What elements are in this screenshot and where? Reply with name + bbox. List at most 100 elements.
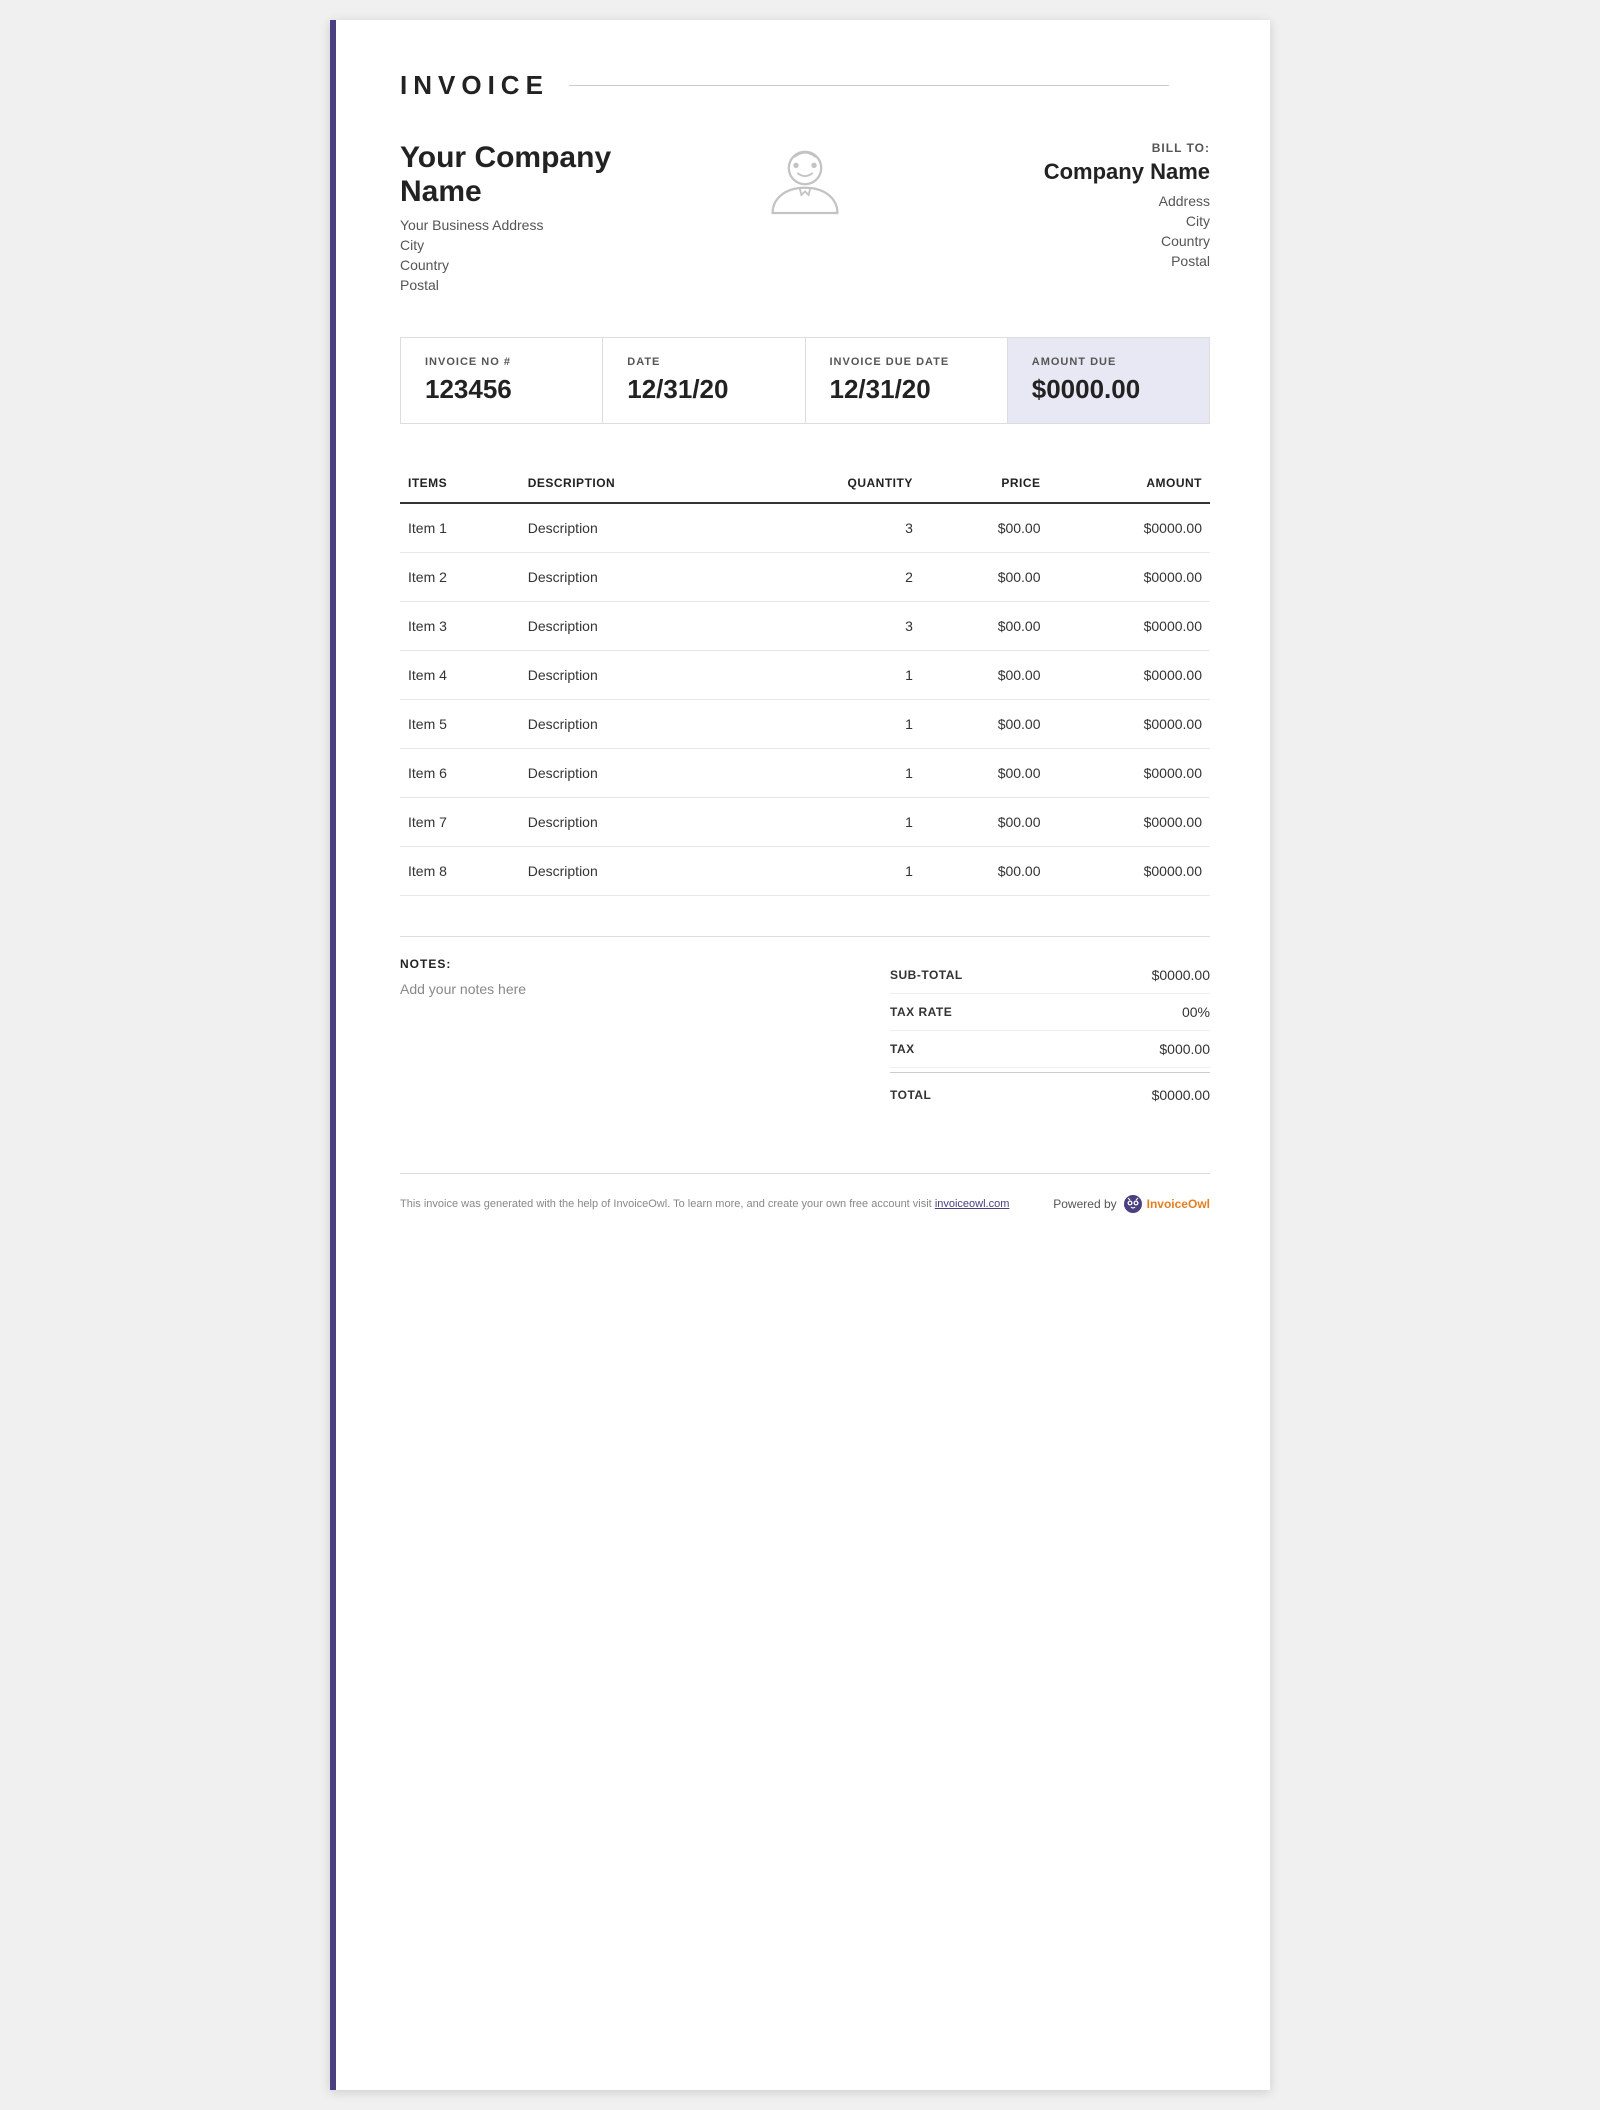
bill-to-section: BILL TO: Company Name Address City Count… bbox=[940, 141, 1210, 273]
row-description: Description bbox=[520, 798, 745, 847]
invoice-info-bar: INVOICE NO # 123456 DATE 12/31/20 INVOIC… bbox=[400, 337, 1210, 424]
invoice-amount-due-value: $0000.00 bbox=[1032, 374, 1185, 405]
row-amount: $0000.00 bbox=[1049, 553, 1210, 602]
row-price: $00.00 bbox=[921, 798, 1049, 847]
totals-section: SUB-TOTAL $0000.00 TAX RATE 00% TAX $000… bbox=[890, 957, 1210, 1113]
total-label: TOTAL bbox=[890, 1088, 931, 1102]
row-item: Item 4 bbox=[400, 651, 520, 700]
row-amount: $0000.00 bbox=[1049, 798, 1210, 847]
row-amount: $0000.00 bbox=[1049, 602, 1210, 651]
invoice-number-label: INVOICE NO # bbox=[425, 356, 578, 368]
col-items: ITEMS bbox=[400, 464, 520, 503]
row-quantity: 1 bbox=[744, 749, 921, 798]
row-description: Description bbox=[520, 602, 745, 651]
left-accent-bar bbox=[330, 20, 336, 2090]
invoice-date-value: 12/31/20 bbox=[627, 374, 780, 405]
invoice-due-date-cell: INVOICE DUE DATE 12/31/20 bbox=[806, 338, 1008, 423]
col-description: DESCRIPTION bbox=[520, 464, 745, 503]
company-postal: Postal bbox=[400, 277, 670, 293]
row-description: Description bbox=[520, 749, 745, 798]
owl-icon bbox=[1123, 1194, 1143, 1214]
tax-label: TAX bbox=[890, 1042, 915, 1056]
invoice-due-date-value: 12/31/20 bbox=[830, 374, 983, 405]
footer-text: This invoice was generated with the help… bbox=[400, 1198, 1009, 1210]
row-description: Description bbox=[520, 700, 745, 749]
brand-name: InvoiceOwl bbox=[1147, 1197, 1210, 1211]
table-row: Item 3 Description 3 $00.00 $0000.00 bbox=[400, 602, 1210, 651]
col-price: PRICE bbox=[921, 464, 1049, 503]
bill-country: Country bbox=[940, 233, 1210, 249]
table-header-row: ITEMS DESCRIPTION QUANTITY PRICE AMOUNT bbox=[400, 464, 1210, 503]
row-quantity: 3 bbox=[744, 503, 921, 553]
row-quantity: 1 bbox=[744, 700, 921, 749]
powered-by-text: Powered by bbox=[1053, 1197, 1116, 1211]
row-amount: $0000.00 bbox=[1049, 651, 1210, 700]
bill-postal: Postal bbox=[940, 253, 1210, 269]
row-description: Description bbox=[520, 553, 745, 602]
row-item: Item 8 bbox=[400, 847, 520, 896]
row-quantity: 1 bbox=[744, 798, 921, 847]
bill-address: Address bbox=[940, 193, 1210, 209]
tax-rate-value: 00% bbox=[1182, 1004, 1210, 1020]
company-section: Your Company Name Your Business Address … bbox=[400, 141, 1210, 297]
total-row: TOTAL $0000.00 bbox=[890, 1072, 1210, 1113]
invoice-amount-due-label: AMOUNT DUE bbox=[1032, 356, 1185, 368]
invoice-date-cell: DATE 12/31/20 bbox=[603, 338, 805, 423]
row-amount: $0000.00 bbox=[1049, 847, 1210, 896]
row-quantity: 1 bbox=[744, 651, 921, 700]
row-quantity: 3 bbox=[744, 602, 921, 651]
footer-link[interactable]: invoiceowl.com bbox=[935, 1198, 1010, 1210]
company-info: Your Company Name Your Business Address … bbox=[400, 141, 670, 297]
company-name: Your Company Name bbox=[400, 141, 670, 209]
row-price: $00.00 bbox=[921, 503, 1049, 553]
footer-brand: Powered by InvoiceOwl bbox=[1053, 1194, 1210, 1214]
bottom-section: NOTES: Add your notes here SUB-TOTAL $00… bbox=[400, 936, 1210, 1113]
row-amount: $0000.00 bbox=[1049, 749, 1210, 798]
invoice-number-cell: INVOICE NO # 123456 bbox=[401, 338, 603, 423]
row-description: Description bbox=[520, 651, 745, 700]
subtotal-value: $0000.00 bbox=[1152, 967, 1210, 983]
col-quantity: QUANTITY bbox=[744, 464, 921, 503]
footer: This invoice was generated with the help… bbox=[400, 1173, 1210, 1214]
table-row: Item 4 Description 1 $00.00 $0000.00 bbox=[400, 651, 1210, 700]
tax-value: $000.00 bbox=[1159, 1041, 1210, 1057]
invoice-title: INVOICE bbox=[400, 70, 1169, 101]
notes-label: NOTES: bbox=[400, 957, 850, 971]
row-price: $00.00 bbox=[921, 749, 1049, 798]
header-section: INVOICE bbox=[400, 70, 1210, 101]
row-item: Item 7 bbox=[400, 798, 520, 847]
row-item: Item 2 bbox=[400, 553, 520, 602]
subtotal-label: SUB-TOTAL bbox=[890, 968, 963, 982]
invoice-date-label: DATE bbox=[627, 356, 780, 368]
row-price: $00.00 bbox=[921, 602, 1049, 651]
table-row: Item 2 Description 2 $00.00 $0000.00 bbox=[400, 553, 1210, 602]
row-item: Item 5 bbox=[400, 700, 520, 749]
row-quantity: 2 bbox=[744, 553, 921, 602]
row-amount: $0000.00 bbox=[1049, 503, 1210, 553]
footer-text-content: This invoice was generated with the help… bbox=[400, 1198, 932, 1210]
row-description: Description bbox=[520, 847, 745, 896]
tax-rate-label: TAX RATE bbox=[890, 1005, 952, 1019]
table-row: Item 1 Description 3 $00.00 $0000.00 bbox=[400, 503, 1210, 553]
row-description: Description bbox=[520, 503, 745, 553]
items-table: ITEMS DESCRIPTION QUANTITY PRICE AMOUNT … bbox=[400, 464, 1210, 896]
brand-logo: InvoiceOwl bbox=[1123, 1194, 1210, 1214]
row-item: Item 3 bbox=[400, 602, 520, 651]
notes-section: NOTES: Add your notes here bbox=[400, 957, 850, 1113]
table-row: Item 7 Description 1 $00.00 $0000.00 bbox=[400, 798, 1210, 847]
notes-text: Add your notes here bbox=[400, 981, 850, 997]
bill-company-name: Company Name bbox=[940, 159, 1210, 185]
bill-to-label: BILL TO: bbox=[940, 141, 1210, 155]
row-price: $00.00 bbox=[921, 847, 1049, 896]
row-price: $00.00 bbox=[921, 700, 1049, 749]
table-row: Item 6 Description 1 $00.00 $0000.00 bbox=[400, 749, 1210, 798]
tax-rate-row: TAX RATE 00% bbox=[890, 994, 1210, 1031]
row-amount: $0000.00 bbox=[1049, 700, 1210, 749]
invoice-due-date-label: INVOICE DUE DATE bbox=[830, 356, 983, 368]
company-city: City bbox=[400, 237, 670, 253]
row-price: $00.00 bbox=[921, 553, 1049, 602]
brand-name-part1: Invoice bbox=[1147, 1197, 1188, 1211]
brand-name-part2: Owl bbox=[1188, 1197, 1210, 1211]
company-logo bbox=[670, 141, 940, 231]
col-amount: AMOUNT bbox=[1049, 464, 1210, 503]
